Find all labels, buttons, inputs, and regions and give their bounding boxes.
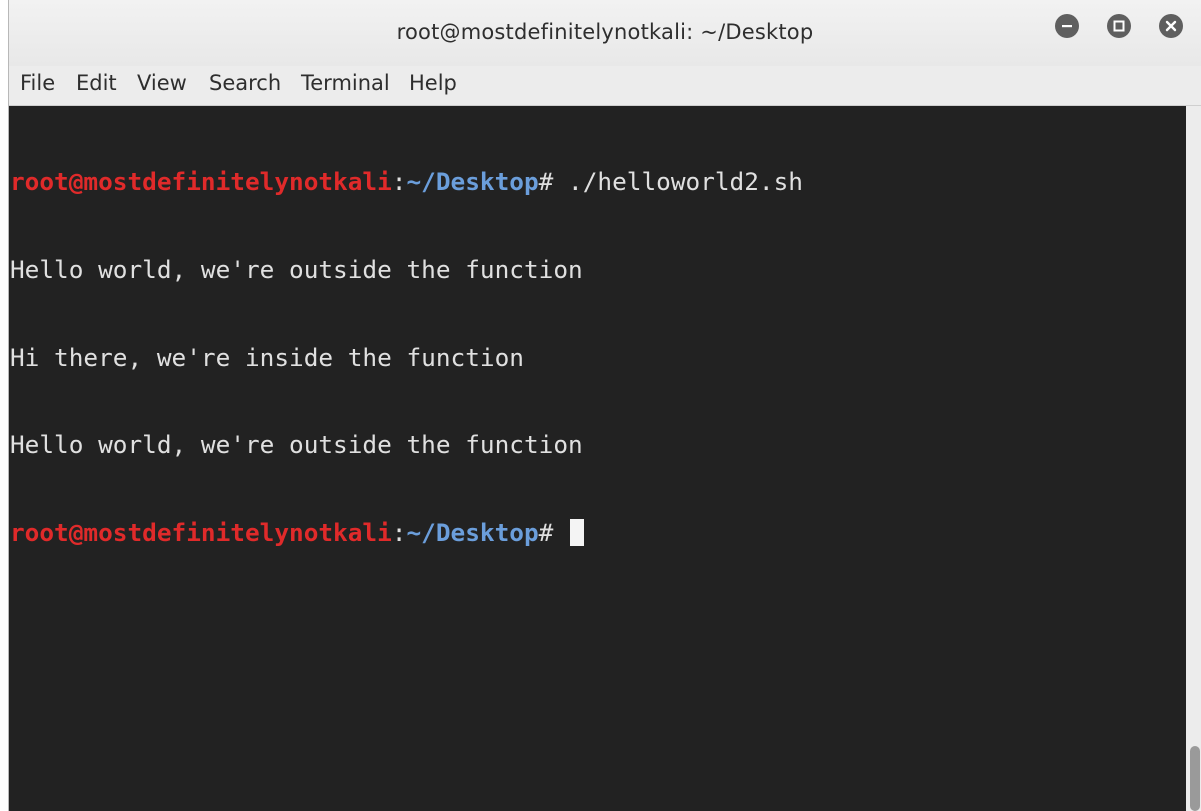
prompt-symbol: # [538,167,569,197]
output-line: Hello world, we're outside the function [10,430,583,460]
prompt-user: root@mostdefinitelynotkali [10,517,392,547]
menu-bar: File Edit View Search Terminal Help [9,66,1201,106]
output-line: Hi there, we're inside the function [10,342,524,372]
terminal-output[interactable]: root@mostdefinitelynotkali:~/Desktop# ./… [9,106,1186,811]
close-icon[interactable] [1159,14,1183,38]
prompt-symbol: # [538,517,569,547]
menu-view[interactable]: View [135,71,189,95]
prompt-path: ~/Desktop [406,167,539,197]
menu-edit[interactable]: Edit [74,71,119,95]
terminal-window: root@mostdefinitelynotkali: ~/Desktop Fi… [8,0,1201,811]
window-title: root@mostdefinitelynotkali: ~/Desktop [396,20,814,44]
prompt-user: root@mostdefinitelynotkali [10,167,392,197]
prompt-colon: : [391,167,407,197]
command-text: ./helloworld2.sh [568,167,803,197]
prompt-line-1: root@mostdefinitelynotkali:~/Desktop# ./… [10,167,1186,196]
menu-file[interactable]: File [18,71,57,95]
prompt-path: ~/Desktop [406,517,539,547]
menu-search[interactable]: Search [207,71,283,95]
prompt-line-2: root@mostdefinitelynotkali:~/Desktop# [10,518,1186,547]
prompt-colon: : [391,517,407,547]
output-line: Hello world, we're outside the function [10,255,583,284]
menu-terminal[interactable]: Terminal [299,71,392,95]
text-cursor [570,518,585,546]
scrollbar-thumb[interactable] [1190,746,1200,811]
menu-help[interactable]: Help [407,71,459,95]
title-bar[interactable]: root@mostdefinitelynotkali: ~/Desktop [9,0,1201,66]
vertical-scrollbar[interactable] [1186,106,1201,811]
minimize-icon[interactable] [1055,14,1079,38]
maximize-icon[interactable] [1107,14,1131,38]
